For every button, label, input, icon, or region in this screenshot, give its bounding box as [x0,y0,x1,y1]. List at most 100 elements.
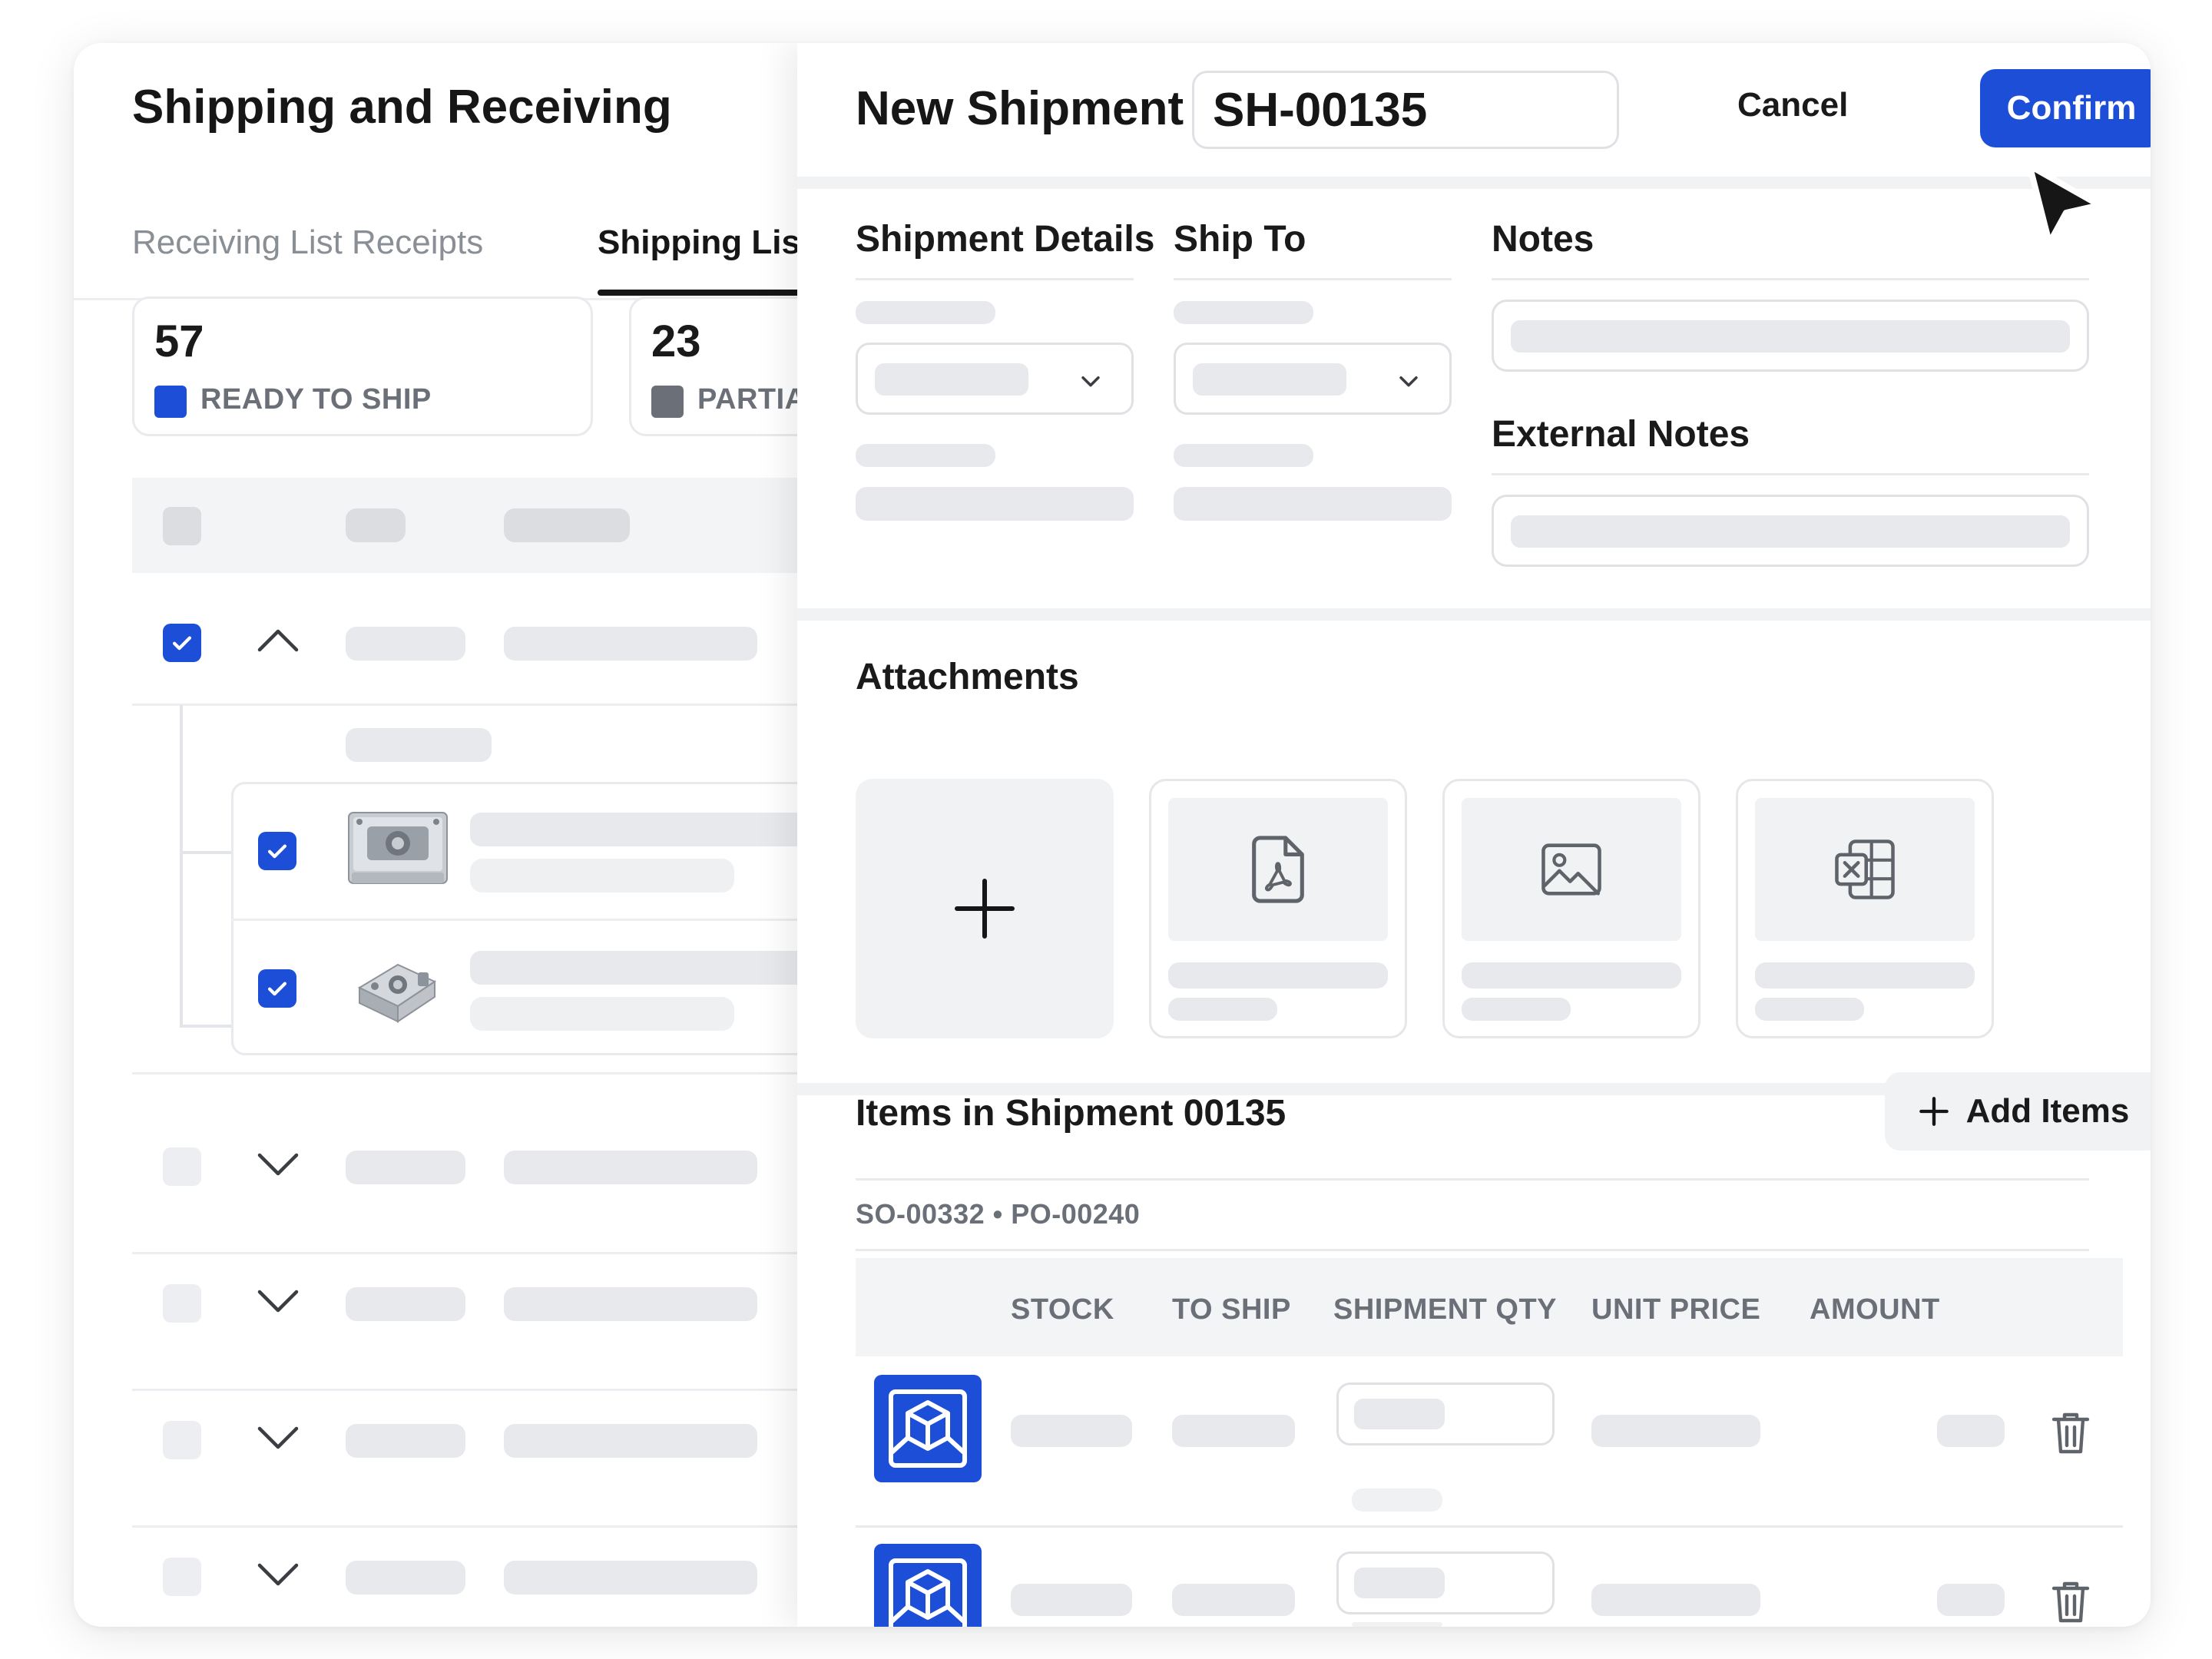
header-placeholder [504,508,630,542]
chevron-down-icon[interactable] [255,1286,301,1316]
field-label-placeholder [1174,301,1313,324]
row-checkbox[interactable] [163,1558,201,1596]
qty-value-placeholder [1354,1568,1445,1598]
attachment-spreadsheet[interactable] [1736,779,1994,1038]
sub-item-checkbox[interactable] [258,832,296,870]
box-3d-icon [889,1389,967,1468]
trash-icon[interactable] [2051,1579,2091,1625]
add-attachment-button[interactable] [856,779,1114,1038]
check-icon [267,844,287,859]
column-amount: AMOUNT [1810,1293,1940,1326]
item-detail-placeholder [470,859,734,892]
stock-placeholder [1011,1584,1132,1616]
row-checkbox[interactable] [163,1421,201,1459]
shipment-header: New Shipment Cancel Confirm [797,43,2151,177]
sub-item-divider [231,919,846,921]
section-underline [856,1249,2089,1251]
tab-receipts[interactable]: Receipts [352,224,483,262]
file-size-placeholder [1168,998,1277,1021]
attachments-label: Attachments [856,657,1079,697]
row-checkbox[interactable] [163,1284,201,1323]
qty-hint-placeholder [1352,1488,1442,1512]
chevron-up-icon[interactable] [255,625,301,656]
cell-placeholder [504,1424,757,1458]
row-checkbox[interactable] [163,624,201,662]
item-thumbnail [874,1375,982,1482]
item-detail-placeholder [470,997,734,1031]
section-underline [856,278,1134,280]
status-color-square [154,386,187,418]
page-title: Shipping and Receiving [132,81,672,134]
header-placeholder [346,508,406,542]
attachment-preview [1168,798,1388,941]
shipping-receiving-panel: Shipping and Receiving Receiving List Re… [74,43,1090,1627]
stock-placeholder [1011,1415,1132,1447]
cell-placeholder [346,1424,465,1458]
column-stock: STOCK [1011,1293,1114,1326]
tab-receiving-list[interactable]: Receiving List [132,224,343,262]
image-file-icon [1541,843,1601,896]
chevron-down-icon[interactable] [255,1422,301,1453]
attachment-image[interactable] [1442,779,1700,1038]
qty-hint-placeholder [1352,1622,1442,1627]
external-notes-input[interactable] [1492,495,2089,567]
check-icon [172,636,192,651]
field-label-placeholder [1174,444,1313,467]
cell-placeholder [346,1151,465,1184]
to-ship-placeholder [1172,1584,1295,1616]
confirm-button[interactable]: Confirm [1980,69,2151,147]
app-window: Shipping and Receiving Receiving List Re… [74,43,2151,1627]
shipment-qty-input[interactable] [1336,1551,1555,1614]
panel-title: New Shipment [856,82,1184,135]
trash-icon[interactable] [2051,1410,2091,1456]
shipment-id-input[interactable] [1192,71,1619,149]
tab-shipping-list[interactable]: Shipping List [598,224,812,262]
tree-connector [180,1025,233,1028]
column-shipment-qty: SHIPMENT QTY [1333,1293,1558,1326]
chevron-down-icon[interactable] [255,1149,301,1180]
status-color-square [651,386,684,418]
attachment-pdf[interactable] [1149,779,1407,1038]
section-separator [797,608,2151,621]
cell-placeholder [504,1151,757,1184]
cell-placeholder [504,1287,757,1321]
notes-label: Notes [1492,219,1594,260]
select-all-checkbox[interactable] [163,507,201,545]
group-placeholder [346,728,492,762]
stat-card-ready-to-ship[interactable]: 57 READY TO SHIP [132,296,593,436]
chevron-down-icon[interactable] [255,1559,301,1590]
sub-item-checkbox[interactable] [258,969,296,1008]
chevron-down-icon [1081,376,1100,387]
chevron-down-icon [1399,376,1418,387]
row-checkbox[interactable] [163,1147,201,1186]
box-3d-icon [889,1558,967,1627]
shipment-details-select[interactable] [856,343,1134,415]
add-items-button[interactable]: Add Items [1885,1072,2151,1151]
section-underline [1492,278,2089,280]
excel-file-icon [1835,839,1895,899]
select-value-placeholder [1193,363,1346,396]
ship-to-select[interactable] [1174,343,1452,415]
input-value-placeholder [1511,515,2070,548]
machined-part-thumbnail [357,963,437,1023]
cancel-button[interactable]: Cancel [1737,86,1848,124]
item-thumbnail [874,1544,982,1627]
cell-placeholder [504,627,757,661]
mouse-pointer-icon [2026,162,2103,247]
tree-connector [180,705,183,1028]
section-underline [856,1178,2089,1181]
file-name-placeholder [1755,962,1975,988]
row-divider [132,704,823,706]
to-ship-placeholder [1172,1415,1295,1447]
machined-part-thumbnail [348,812,448,884]
unit-price-placeholder [1591,1584,1760,1616]
notes-input[interactable] [1492,300,2089,372]
table-header [132,478,823,573]
unit-price-placeholder [1591,1415,1760,1447]
pdf-file-icon [1252,836,1304,903]
row-divider [132,1525,823,1528]
shipment-qty-input[interactable] [1336,1382,1555,1445]
cell-placeholder [346,1561,465,1594]
section-underline [1492,473,2089,475]
select-value-placeholder [875,363,1028,396]
